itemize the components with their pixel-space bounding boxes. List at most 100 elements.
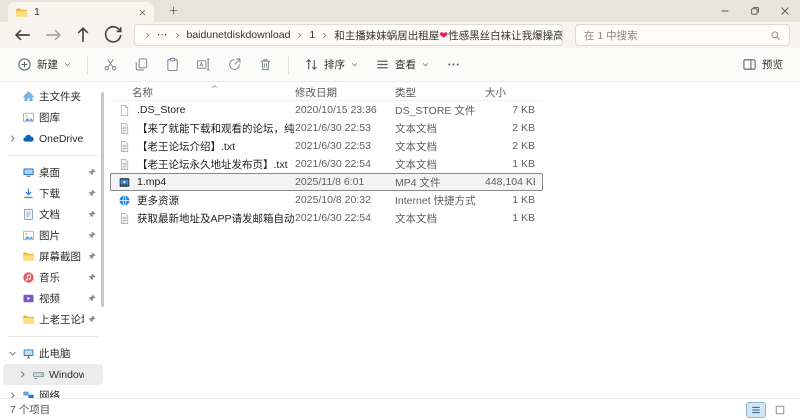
sidebar-item-label: 屏幕截图	[39, 251, 81, 263]
file-row[interactable]: 【老王论坛永久地址发布页】.txt 2021/6/30 22:54 文本文档 1…	[110, 155, 543, 173]
delete-button[interactable]	[251, 52, 280, 77]
chevron-down-icon	[63, 60, 72, 69]
file-row[interactable]: 1.mp4 2025/11/8 6:01 MP4 文件 448,104 KB	[110, 173, 543, 191]
items-count: 7 个项目	[10, 404, 51, 416]
preview-button[interactable]: 预览	[735, 52, 790, 77]
column-header-name[interactable]: 名称	[118, 85, 295, 100]
maximize-button[interactable]	[740, 0, 770, 22]
column-header-size[interactable]: 大小	[485, 85, 535, 100]
pictures-icon	[22, 229, 35, 242]
sidebar-item-label: 音乐	[39, 272, 60, 284]
copy-button[interactable]	[127, 52, 156, 77]
sidebar-item-OneDrive[interactable]: OneDrive	[3, 128, 103, 149]
cut-icon	[103, 57, 118, 72]
sidebar-item-label: 视频	[39, 293, 60, 305]
preview-icon	[742, 57, 757, 72]
file-size: 1 KB	[512, 212, 535, 224]
share-button[interactable]	[220, 52, 249, 77]
sidebar-item-label: 文档	[39, 209, 60, 221]
more-button[interactable]	[439, 52, 468, 77]
file-size: 448,104 KB	[485, 176, 535, 188]
sidebar-item-音乐[interactable]: 音乐	[3, 267, 103, 288]
refresh-button[interactable]	[100, 24, 126, 46]
view-button[interactable]: 查看	[368, 52, 437, 77]
close-button[interactable]	[770, 0, 800, 22]
sidebar-item-文档[interactable]: 文档	[3, 204, 103, 225]
pin-icon	[88, 273, 97, 282]
tab-close-icon[interactable]	[138, 8, 147, 17]
sidebar-item-label: 网络	[39, 390, 60, 398]
up-button[interactable]	[70, 24, 96, 46]
sidebar-item-下载[interactable]: 下载	[3, 183, 103, 204]
chevron-right-icon[interactable]	[7, 390, 18, 398]
statusbar: 7 个项目	[0, 398, 800, 420]
new-button-label: 新建	[37, 59, 58, 71]
preview-button-label: 预览	[762, 59, 783, 71]
new-button[interactable]: 新建	[10, 52, 79, 77]
forward-button[interactable]	[40, 24, 66, 46]
file-row[interactable]: .DS_Store 2020/10/15 23:36 DS_STORE 文件 7…	[110, 101, 543, 119]
chevron-down-icon[interactable]	[7, 348, 18, 359]
sidebar-item-上老王论坛当[interactable]: 上老王论坛当	[3, 309, 103, 330]
copy-icon	[134, 57, 149, 72]
rename-icon	[196, 57, 211, 72]
file-date: 2021/6/30 22:53	[295, 122, 371, 134]
chevron-right-icon[interactable]	[17, 369, 28, 380]
file-size: 7 KB	[512, 104, 535, 116]
new-tab-button[interactable]	[168, 5, 179, 16]
file-explorer-window: 1 ⋯ baidunetdiskdownload 1 和主播妹妹蜗居出租屋❤性感黑丝…	[0, 0, 800, 420]
txt-icon	[118, 122, 131, 135]
sidebar-item-网络[interactable]: 网络	[3, 385, 103, 398]
toolbar-separator	[288, 55, 289, 74]
minimize-button[interactable]	[710, 0, 740, 22]
pin-icon	[88, 252, 97, 261]
sidebar-item-视频[interactable]: 视频	[3, 288, 103, 309]
breadcrumb-item[interactable]: baidunetdiskdownload	[184, 29, 294, 41]
file-row[interactable]: 【来了就能下载和观看的论坛，纯免费！】.txt 2021/6/30 22:53 …	[110, 119, 543, 137]
rename-button[interactable]	[189, 52, 218, 77]
tab[interactable]: 1	[8, 2, 154, 22]
sidebar-item-label: 桌面	[39, 167, 60, 179]
breadcrumb-item[interactable]: 和主播妹妹蜗居出租屋❤性感黑丝白袜让我爆操高潮	[331, 28, 562, 43]
file-row[interactable]: 获取最新地址及APP请发邮箱自动获取.txt 2021/6/30 22:54 文…	[110, 209, 543, 227]
sidebar-item-主文件夹[interactable]: 主文件夹	[3, 86, 103, 107]
cut-button[interactable]	[96, 52, 125, 77]
column-header-date[interactable]: 修改日期	[295, 85, 395, 100]
folder-icon	[22, 313, 35, 326]
file-list: 名称 修改日期 类型 大小 .DS_Store 2020/10/15 23:36…	[106, 82, 800, 398]
details-view-button[interactable]	[746, 401, 766, 418]
sort-button-label: 排序	[324, 59, 345, 71]
txt-icon	[118, 158, 131, 171]
breadcrumb[interactable]: ⋯ baidunetdiskdownload 1 和主播妹妹蜗居出租屋❤性感黑丝白袜…	[134, 24, 563, 46]
breadcrumb-item[interactable]: 1	[306, 29, 318, 41]
file-list-header: 名称 修改日期 类型 大小	[110, 84, 543, 101]
paste-button[interactable]	[158, 52, 187, 77]
videos-icon	[22, 292, 35, 305]
file-name: .DS_Store	[137, 104, 186, 116]
pin-icon	[88, 189, 97, 198]
sidebar-item-图库[interactable]: 图库	[3, 107, 103, 128]
sidebar-item-屏幕截图[interactable]: 屏幕截图	[3, 246, 103, 267]
icons-view-button[interactable]	[770, 402, 790, 418]
sidebar-item-桌面[interactable]: 桌面	[3, 162, 103, 183]
address-bar-row: ⋯ baidunetdiskdownload 1 和主播妹妹蜗居出租屋❤性感黑丝白袜…	[0, 22, 800, 48]
sidebar-item-图片[interactable]: 图片	[3, 225, 103, 246]
sidebar-scrollbar[interactable]	[101, 92, 104, 307]
file-row[interactable]: 【老王论坛介绍】.txt 2021/6/30 22:53 文本文档 2 KB	[110, 137, 543, 155]
sidebar-item-label: Windows-SSD	[49, 368, 84, 381]
column-header-type[interactable]: 类型	[395, 85, 485, 100]
sidebar-divider	[8, 336, 98, 337]
search-input[interactable]: 在 1 中搜索	[584, 28, 638, 43]
sidebar-item-此电脑[interactable]: 此电脑	[3, 343, 103, 364]
breadcrumb-overflow[interactable]: ⋯	[154, 29, 171, 41]
pin-icon	[88, 294, 97, 303]
download-icon	[22, 187, 35, 200]
sort-button[interactable]: 排序	[297, 52, 366, 77]
chevron-right-icon[interactable]	[7, 133, 18, 144]
file-row[interactable]: 更多资源 2025/10/8 20:32 Internet 快捷方式 1 KB	[110, 191, 543, 209]
search-box[interactable]: 在 1 中搜索	[575, 24, 790, 46]
file-type: 文本文档	[395, 122, 437, 135]
chevron-right-icon	[143, 31, 152, 40]
sidebar-item-Windows-SSD[interactable]: Windows-SSD	[3, 364, 103, 385]
back-button[interactable]	[10, 24, 36, 46]
